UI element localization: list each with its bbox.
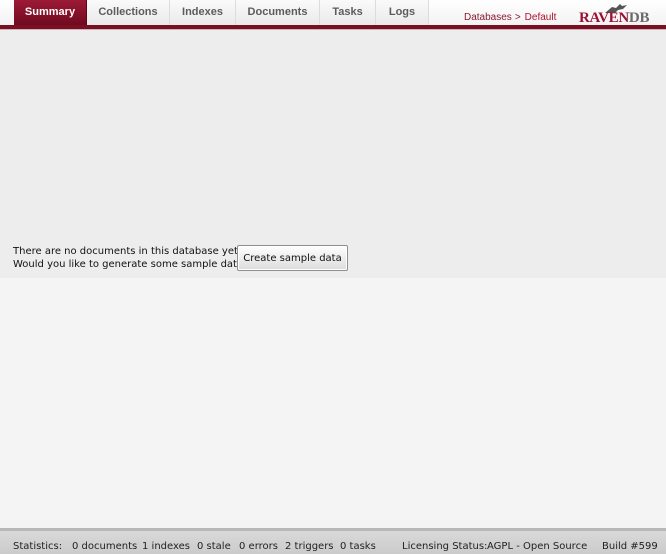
build-number: Build #599 xyxy=(602,541,658,552)
documents-count: 0 documents xyxy=(72,541,138,552)
stale-count: 0 stale xyxy=(197,541,231,552)
breadcrumb-separator: > xyxy=(514,12,521,23)
tab-documents[interactable]: Documents xyxy=(236,0,320,26)
tab-tasks[interactable]: Tasks xyxy=(320,0,376,26)
notice-line-2: Would you like to generate some sample d… xyxy=(13,259,249,270)
statistics-label: Statistics: xyxy=(13,541,63,552)
breadcrumb: Databases > Default xyxy=(464,12,556,23)
top-navigation-bar: Summary Collections Indexes Documents Ta… xyxy=(0,0,666,30)
main-tabs: Summary Collections Indexes Documents Ta… xyxy=(14,0,429,26)
indexes-count: 1 indexes xyxy=(142,541,190,552)
tab-indexes[interactable]: Indexes xyxy=(170,0,236,26)
tab-collections[interactable]: Collections xyxy=(87,0,170,26)
breadcrumb-databases-link[interactable]: Databases xyxy=(464,12,512,23)
breadcrumb-current-database[interactable]: Default xyxy=(525,12,557,23)
tasks-count: 0 tasks xyxy=(340,541,376,552)
main-content-area xyxy=(0,30,666,278)
errors-count: 0 errors xyxy=(239,541,278,552)
create-sample-data-button[interactable]: Create sample data xyxy=(237,245,348,271)
licensing-status-value: AGPL - Open Source xyxy=(487,541,588,552)
tab-logs[interactable]: Logs xyxy=(376,0,429,26)
notice-line-1: There are no documents in this database … xyxy=(13,246,242,257)
empty-database-notice: There are no documents in this database … xyxy=(13,245,248,271)
tab-summary[interactable]: Summary xyxy=(14,0,87,26)
licensing-status-label: Licensing Status: xyxy=(402,541,488,552)
ravendb-logo: RAVENDB xyxy=(579,3,663,26)
triggers-count: 2 triggers xyxy=(285,541,334,552)
status-bar: Statistics: 0 documents 1 indexes 0 stal… xyxy=(0,528,666,554)
lower-content-panel xyxy=(0,278,666,528)
